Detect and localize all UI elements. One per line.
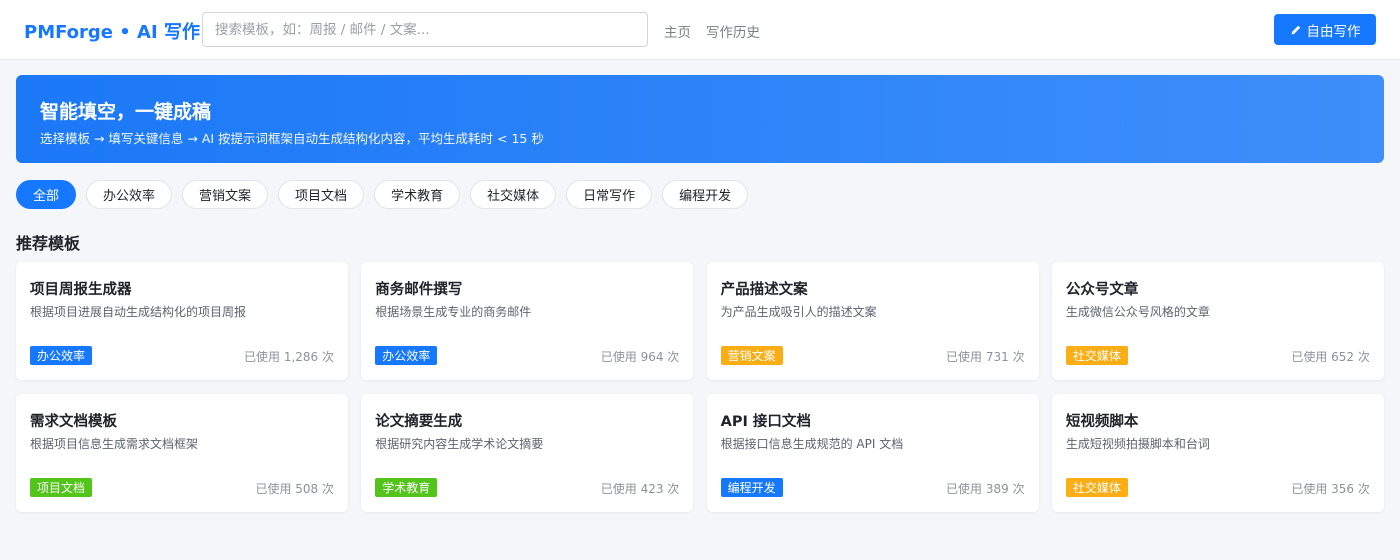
card-description: 根据场景生成专业的商务邮件 <box>375 305 532 319</box>
section-title: 推荐模板 <box>16 234 81 253</box>
category-tag: 社交媒体 <box>1065 478 1128 497</box>
nav-link-home[interactable]: 主页 <box>664 21 691 41</box>
card-description: 生成微信公众号风格的文章 <box>1065 305 1210 319</box>
card-title: 商务邮件撰写 <box>375 282 463 298</box>
category-tag: 编程开发 <box>720 478 783 497</box>
card-title: 项目周报生成器 <box>30 282 132 298</box>
usage-count: 已使用 356 次 <box>1291 482 1370 496</box>
category-tag: 办公效率 <box>375 346 438 365</box>
filter-chip-social[interactable]: 社交媒体 <box>470 180 557 209</box>
usage-count: 已使用 508 次 <box>255 482 334 496</box>
card-title: 产品描述文案 <box>720 282 808 298</box>
template-card[interactable]: 产品描述文案 为产品生成吸引人的描述文案 营销文案 已使用 731 次 <box>706 262 1039 380</box>
template-card[interactable]: 公众号文章 生成微信公众号风格的文章 社交媒体 已使用 652 次 <box>1051 262 1384 380</box>
filter-chip-academic[interactable]: 学术教育 <box>374 180 461 209</box>
card-title: 公众号文章 <box>1065 282 1139 298</box>
free-write-button[interactable]: 自由写作 <box>1274 14 1376 45</box>
usage-count: 已使用 964 次 <box>600 350 680 364</box>
card-description: 根据项目信息生成需求文档框架 <box>30 437 199 451</box>
card-description: 根据项目进展自动生成结构化的项目周报 <box>30 305 247 319</box>
card-title: 短视频脚本 <box>1065 414 1139 430</box>
top-bar: PMForge • AI 写作 主页 写作历史 自由写作 <box>0 0 1400 60</box>
template-card[interactable]: 项目周报生成器 根据项目进展自动生成结构化的项目周报 办公效率 已使用 1,28… <box>16 262 348 380</box>
filter-chip-programming[interactable]: 编程开发 <box>662 180 749 209</box>
card-title: API 接口文档 <box>720 414 811 430</box>
card-title: 需求文档模板 <box>30 414 117 430</box>
template-card[interactable]: 商务邮件撰写 根据场景生成专业的商务邮件 办公效率 已使用 964 次 <box>361 262 694 380</box>
template-grid: 项目周报生成器 根据项目进展自动生成结构化的项目周报 办公效率 已使用 1,28… <box>16 262 1384 512</box>
hero-banner: 智能填空，一键成稿 选择模板 → 填写关键信息 → AI 按提示词框架自动生成结… <box>16 75 1384 163</box>
template-card[interactable]: 需求文档模板 根据项目信息生成需求文档框架 项目文档 已使用 508 次 <box>16 394 348 512</box>
usage-count: 已使用 731 次 <box>946 350 1025 364</box>
template-card[interactable]: API 接口文档 根据接口信息生成规范的 API 文档 编程开发 已使用 389… <box>706 394 1039 512</box>
usage-count: 已使用 389 次 <box>946 482 1025 496</box>
filter-chip-project-docs[interactable]: 项目文档 <box>278 180 365 209</box>
nav-link-history[interactable]: 写作历史 <box>706 21 760 41</box>
category-tag: 营销文案 <box>720 346 783 365</box>
card-title: 论文摘要生成 <box>375 414 463 430</box>
free-write-label: 自由写作 <box>1306 23 1361 40</box>
filter-chip-all[interactable]: 全部 <box>16 180 77 209</box>
filter-chip-marketing[interactable]: 营销文案 <box>182 180 269 209</box>
usage-count: 已使用 423 次 <box>600 482 680 496</box>
search-input[interactable] <box>202 12 648 47</box>
card-description: 为产品生成吸引人的描述文案 <box>720 305 877 319</box>
category-filter-bar: 全部 办公效率 营销文案 项目文档 学术教育 社交媒体 日常写作 编程开发 <box>16 180 749 209</box>
card-description: 根据研究内容生成学术论文摘要 <box>375 437 544 451</box>
template-card[interactable]: 论文摘要生成 根据研究内容生成学术论文摘要 学术教育 已使用 423 次 <box>361 394 694 512</box>
card-description: 根据接口信息生成规范的 API 文档 <box>720 437 904 451</box>
category-tag: 项目文档 <box>30 478 93 497</box>
pen-icon <box>1290 24 1302 36</box>
template-card[interactable]: 短视频脚本 生成短视频拍摄脚本和台词 社交媒体 已使用 356 次 <box>1051 394 1384 512</box>
category-tag: 学术教育 <box>375 478 438 497</box>
usage-count: 已使用 652 次 <box>1291 350 1370 364</box>
filter-chip-office[interactable]: 办公效率 <box>86 180 173 209</box>
filter-chip-daily[interactable]: 日常写作 <box>566 180 653 209</box>
banner-title: 智能填空，一键成稿 <box>40 101 212 123</box>
category-tag: 社交媒体 <box>1065 346 1128 365</box>
banner-subtitle: 选择模板 → 填写关键信息 → AI 按提示词框架自动生成结构化内容，平均生成耗… <box>40 131 544 146</box>
category-tag: 办公效率 <box>30 346 93 365</box>
app-logo[interactable]: PMForge • AI 写作 <box>24 18 200 44</box>
card-description: 生成短视频拍摄脚本和台词 <box>1065 437 1210 451</box>
usage-count: 已使用 1,286 次 <box>244 350 334 364</box>
